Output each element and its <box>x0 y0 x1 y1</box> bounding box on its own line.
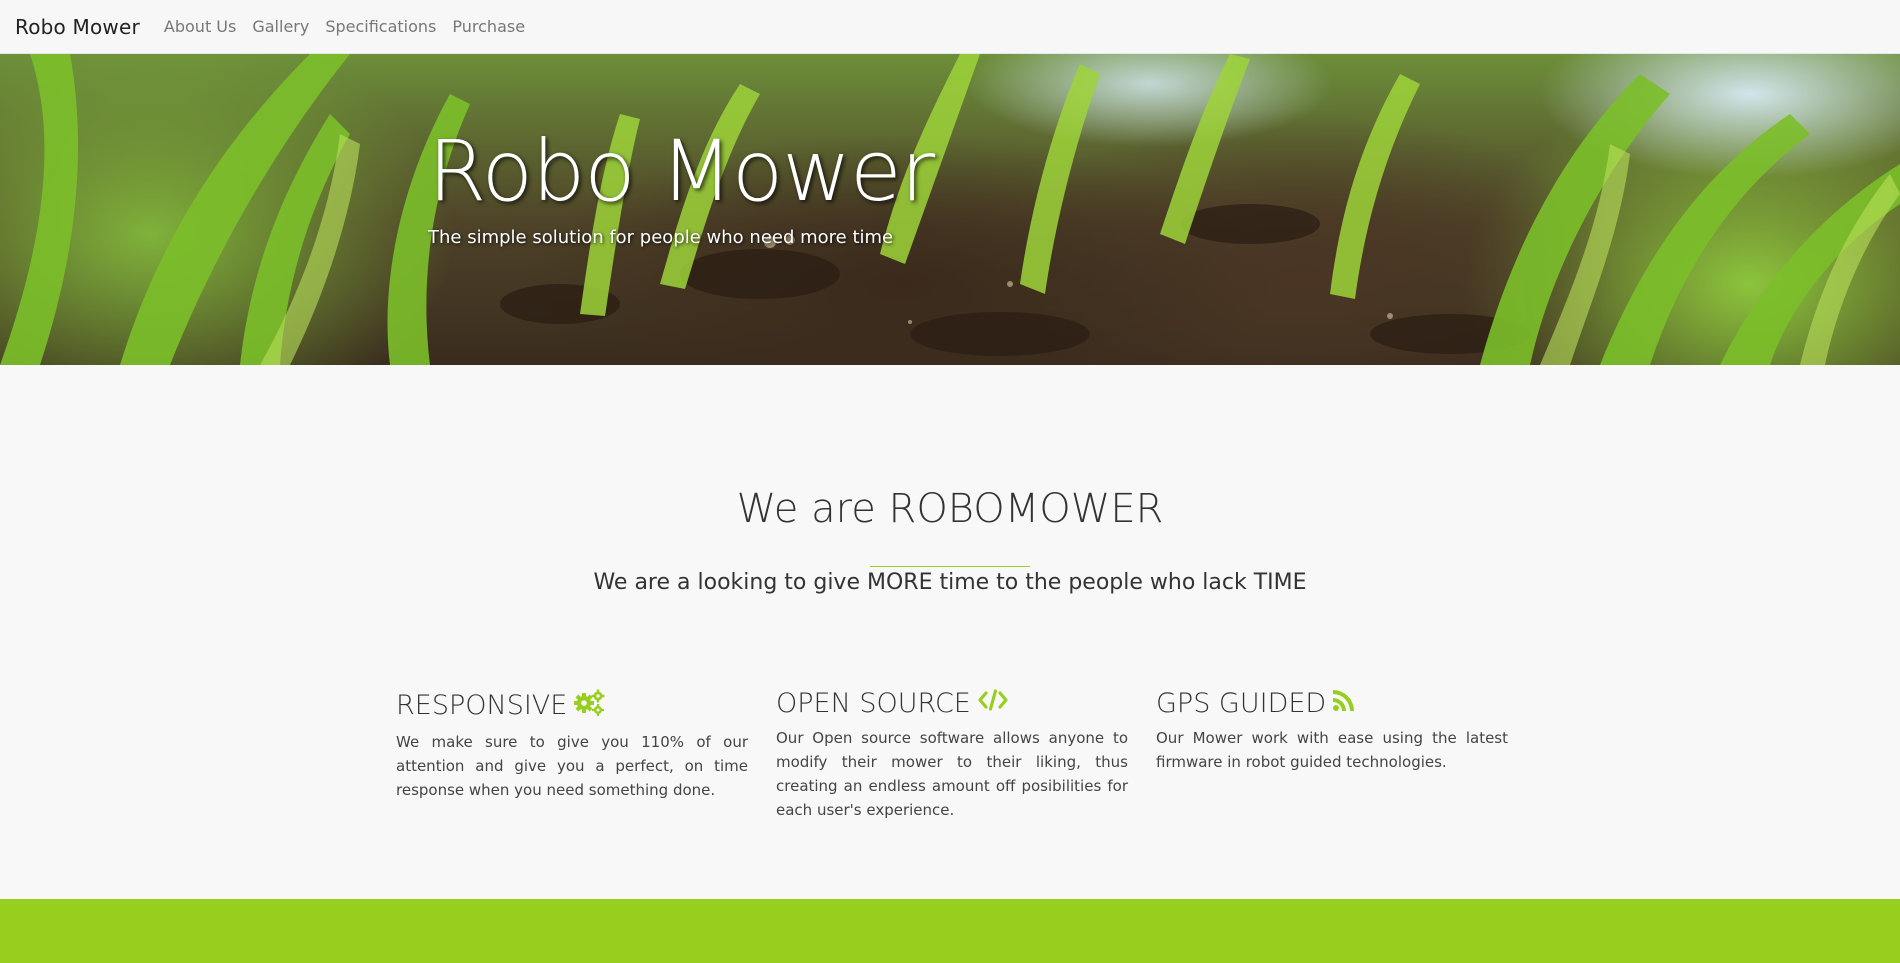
nav-link-gallery[interactable]: Gallery <box>252 17 309 36</box>
feature-open-source: OPEN SOURCE Our Open source software all… <box>776 688 1128 822</box>
feature-title-row: GPS GUIDED <box>1156 688 1508 719</box>
hero-banner: Robo Mower The simple solution for peopl… <box>0 54 1900 365</box>
hero-subtitle: The simple solution for people who need … <box>428 227 894 248</box>
rss-icon <box>1332 688 1356 719</box>
feature-gps-guided: GPS GUIDED Our Mower work with ease usin… <box>1156 688 1508 774</box>
about-divider <box>870 566 1030 567</box>
feature-text: Our Open source software allows anyone t… <box>776 729 1128 819</box>
feature-text: We make sure to give you 110% of our att… <box>396 733 748 799</box>
hero-title: Robo Mower <box>428 122 935 220</box>
feature-text: Our Mower work with ease using the lates… <box>1156 729 1508 771</box>
about-title: We are ROBOMOWER <box>736 486 1164 532</box>
green-footer-band <box>0 899 1900 963</box>
brand-link[interactable]: Robo Mower <box>15 15 140 39</box>
gears-icon <box>573 688 605 723</box>
code-icon <box>977 688 1009 719</box>
feature-title: OPEN SOURCE <box>776 688 971 719</box>
feature-title: GPS GUIDED <box>1156 688 1327 719</box>
feature-title-row: RESPONSIVE <box>396 688 748 723</box>
feature-title: RESPONSIVE <box>396 690 568 721</box>
about-lead: We are a looking to give MORE time to th… <box>593 570 1307 595</box>
nav-link-specifications[interactable]: Specifications <box>325 17 436 36</box>
feature-responsive: RESPONSIVE We make sure to give you 110%… <box>396 688 748 802</box>
navbar: Robo Mower About Us Gallery Specificatio… <box>0 0 1900 54</box>
nav-link-about-us[interactable]: About Us <box>164 17 236 36</box>
feature-title-row: OPEN SOURCE <box>776 688 1128 719</box>
nav-link-purchase[interactable]: Purchase <box>452 17 525 36</box>
hero-grass-background <box>0 54 1900 365</box>
